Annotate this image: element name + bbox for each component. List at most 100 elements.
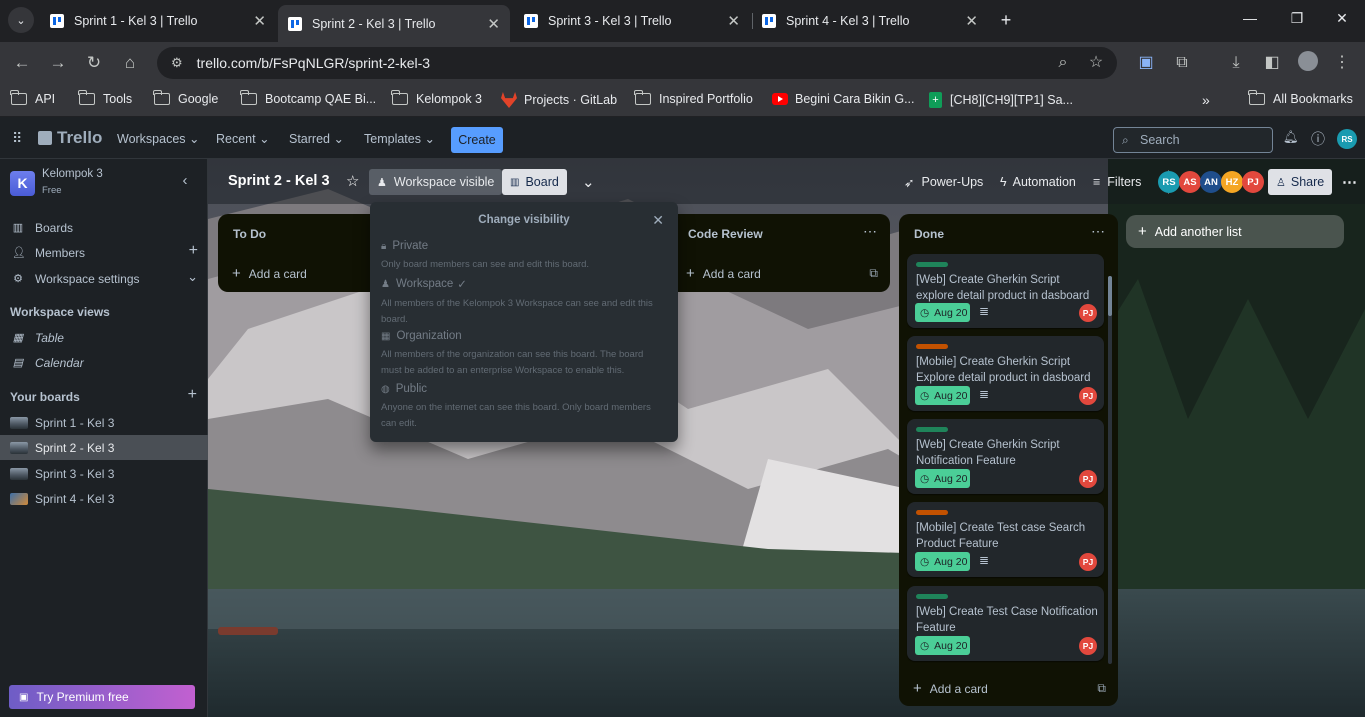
bookmark-google[interactable]: Google <box>153 90 218 106</box>
due-date-badge[interactable]: ◷ Aug 20 <box>915 552 970 571</box>
add-card-button[interactable]: + Add a card <box>232 265 307 282</box>
app-switcher-grid-icon[interactable]: ⠿ <box>12 130 22 147</box>
bookmark-youtube[interactable]: Begini Cara Bikin G... <box>772 92 915 106</box>
list-menu-ellipsis-icon[interactable]: ⋯ <box>863 223 878 240</box>
board-menu-ellipsis-icon[interactable]: ⋯ <box>1334 169 1365 195</box>
visibility-button[interactable]: ♟ Workspace visible <box>369 169 503 195</box>
card[interactable]: [Web] Create Gherkin Script Notification… <box>907 419 1104 494</box>
reading-extension-icon[interactable]: ▣ <box>1134 51 1158 75</box>
due-date-badge[interactable]: ◷ Aug 20 <box>915 303 970 322</box>
add-list-button[interactable]: + Add another list <box>1126 215 1344 248</box>
bookmark-bootcamp[interactable]: Bootcamp QAE Bi... <box>240 90 376 106</box>
member-avatar[interactable]: PJ <box>1242 171 1264 193</box>
share-button[interactable]: ♙ Share <box>1268 169 1333 195</box>
card[interactable]: [Web] Create Test Case Notification Feat… <box>907 586 1104 661</box>
address-bar[interactable]: ⚙ trello.com/b/FsPqNLGR/sprint-2-kel-3 <box>157 47 1117 79</box>
card-member-avatar[interactable]: PJ <box>1079 637 1097 655</box>
sidebar-board-sprint-3[interactable]: Sprint 3 - Kel 3 <box>0 461 208 486</box>
list-title[interactable]: To Do <box>233 227 266 241</box>
list-title[interactable]: Done <box>914 227 944 241</box>
due-date-badge[interactable]: ◷ Aug 20 <box>915 386 970 405</box>
browser-tab-active[interactable]: Sprint 2 - Kel 3 | Trello ✕ <box>278 5 510 42</box>
card-member-avatar[interactable]: PJ <box>1079 304 1097 322</box>
tab-search-button[interactable]: ⌄ <box>8 7 34 33</box>
side-panel-icon[interactable]: ◧ <box>1260 51 1284 75</box>
list-menu-ellipsis-icon[interactable]: ⋯ <box>1091 223 1106 240</box>
member-avatar[interactable]: AS <box>1179 171 1201 193</box>
browser-tab[interactable]: Sprint 3 - Kel 3 | Trello ✕ <box>514 7 750 35</box>
create-button[interactable]: Create <box>451 127 503 153</box>
try-premium-button[interactable]: ▣ Try Premium free <box>9 685 195 709</box>
more-bookmarks-chevron-icon[interactable]: » <box>1202 92 1210 108</box>
due-date-badge[interactable]: ◷ Aug 20 <box>915 636 970 655</box>
bookmark-gitlab[interactable]: Projects · GitLab <box>501 92 617 108</box>
sidebar-item-members[interactable]: 👤︎ Members + <box>0 240 208 265</box>
chevron-down-icon[interactable]: ⌄ <box>187 269 198 285</box>
sidebar-item-boards[interactable]: ▥ Boards <box>0 215 208 240</box>
back-arrow-icon[interactable]: ← <box>10 51 34 75</box>
browser-tab[interactable]: Sprint 4 - Kel 3 | Trello ✕ <box>752 7 988 35</box>
nav-templates[interactable]: Templates ⌄ <box>364 131 435 146</box>
sidebar-board-sprint-1[interactable]: Sprint 1 - Kel 3 <box>0 410 208 435</box>
card-member-avatar[interactable]: PJ <box>1079 387 1097 405</box>
due-date-badge[interactable]: ◷ Aug 20 <box>915 469 970 488</box>
home-icon[interactable]: ⌂ <box>118 51 142 75</box>
workspace-badge[interactable]: K <box>10 171 35 196</box>
sidebar-view-table[interactable]: ▦ Table <box>0 325 208 350</box>
restore-button[interactable]: ❐ <box>1277 10 1317 27</box>
add-card-button[interactable]: + Add a card <box>686 265 761 282</box>
card[interactable]: [Web] Create Gherkin Script explore deta… <box>907 254 1104 328</box>
nav-starred[interactable]: Starred ⌄ <box>289 131 344 146</box>
close-icon[interactable]: ✕ <box>727 12 740 30</box>
close-icon[interactable]: ✕ <box>652 212 664 229</box>
bookmark-sheets[interactable]: + [CH8][CH9][TP1] Sa... <box>929 92 1073 108</box>
member-avatar[interactable]: HZ <box>1221 171 1243 193</box>
sidebar-board-sprint-2[interactable]: Sprint 2 - Kel 3 <box>0 435 208 460</box>
views-chevron-down-icon[interactable]: ⌄ <box>574 169 603 195</box>
close-icon[interactable]: ✕ <box>253 12 266 30</box>
minimize-button[interactable]: — <box>1230 10 1270 26</box>
notifications-icon[interactable]: 🔔︎ <box>1283 130 1299 145</box>
zoom-search-icon[interactable]: ⌕ <box>1051 51 1075 75</box>
visibility-option-private[interactable]: 🔒︎ Private Only board members can see and… <box>381 240 661 273</box>
add-member-plus-icon[interactable]: + <box>189 242 198 260</box>
star-icon[interactable]: ☆ <box>346 172 359 190</box>
card-member-avatar[interactable]: PJ <box>1079 553 1097 571</box>
profile-avatar[interactable] <box>1298 51 1318 71</box>
powerups-button[interactable]: ➶ Power-Ups <box>896 169 991 195</box>
member-avatar[interactable]: AN <box>1200 171 1222 193</box>
bookmark-kelompok3[interactable]: Kelompok 3 <box>391 90 482 106</box>
card[interactable]: [Mobile] Create Test case Search Product… <box>907 502 1104 577</box>
card-template-icon[interactable]: ⧉ <box>869 266 878 281</box>
reload-icon[interactable]: ↻ <box>82 51 106 75</box>
new-tab-button[interactable]: + <box>993 7 1019 33</box>
forward-arrow-icon[interactable]: → <box>46 51 70 75</box>
close-window-button[interactable]: ✕ <box>1322 10 1362 27</box>
trello-logo[interactable]: Trello <box>38 128 102 148</box>
extensions-puzzle-icon[interactable]: ⧉ <box>1170 51 1194 75</box>
nav-workspaces[interactable]: Workspaces ⌄ <box>117 131 200 146</box>
add-board-plus-icon[interactable]: + <box>188 386 197 404</box>
kebab-menu-icon[interactable]: ⋮ <box>1330 51 1354 75</box>
visibility-option-public[interactable]: ◍ Public Anyone on the internet can see t… <box>381 383 661 432</box>
collapse-sidebar-icon[interactable]: ‹ <box>176 172 194 190</box>
download-icon[interactable]: ⤓ <box>1224 51 1248 75</box>
sidebar-view-calendar[interactable]: ▤ Calendar <box>0 350 208 375</box>
card-member-avatar[interactable]: PJ <box>1079 470 1097 488</box>
nav-recent[interactable]: Recent ⌄ <box>216 131 270 146</box>
sidebar-item-settings[interactable]: ⚙ Workspace settings ⌄ <box>0 266 208 291</box>
card[interactable]: [Mobile] Create Gherkin Script Explore d… <box>907 336 1104 411</box>
automation-button[interactable]: ϟ Automation <box>992 169 1084 195</box>
list-title[interactable]: Code Review <box>688 227 763 241</box>
site-settings-icon[interactable]: ⚙ <box>171 55 183 71</box>
visibility-option-organization[interactable]: ▦ Organization All members of the organiz… <box>381 330 661 379</box>
list-scrollbar-thumb[interactable] <box>1108 276 1112 316</box>
user-avatar[interactable]: RS <box>1337 129 1357 149</box>
all-bookmarks[interactable]: All Bookmarks <box>1248 90 1353 106</box>
sidebar-board-sprint-4[interactable]: Sprint 4 - Kel 3 <box>0 486 208 511</box>
search-input[interactable]: ⌕ Search <box>1113 127 1273 153</box>
workspace-name[interactable]: Kelompok 3 <box>42 168 103 180</box>
member-avatar[interactable]: RS <box>1158 171 1180 193</box>
filters-button[interactable]: ≡ Filters <box>1085 169 1149 195</box>
bookmark-star-icon[interactable]: ☆ <box>1084 51 1108 75</box>
